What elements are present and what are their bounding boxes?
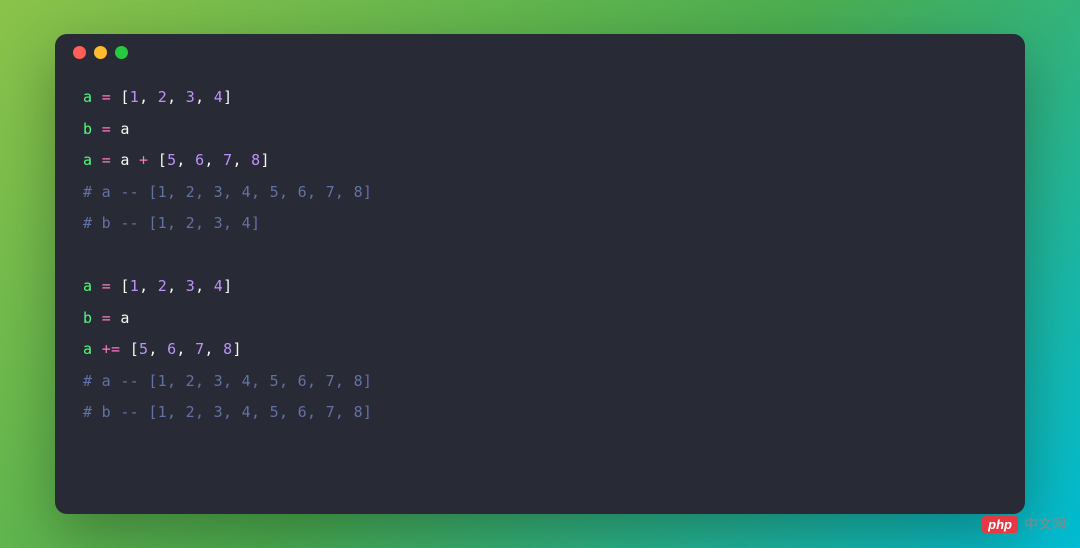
punct-token: , xyxy=(232,151,251,169)
var-token: a xyxy=(83,277,92,295)
code-line: # b -- [1, 2, 3, 4] xyxy=(83,208,997,240)
code-line: # a -- [1, 2, 3, 4, 5, 6, 7, 8] xyxy=(83,177,997,209)
code-line: b = a xyxy=(83,114,997,146)
text-token xyxy=(92,88,101,106)
num-token: 2 xyxy=(158,277,167,295)
text-token xyxy=(92,309,101,327)
punct-token: , xyxy=(195,88,214,106)
code-line: b = a xyxy=(83,303,997,335)
text-token xyxy=(111,88,120,106)
op-token: + xyxy=(139,151,148,169)
op-token: = xyxy=(102,277,111,295)
text-token xyxy=(92,340,101,358)
text-token: a xyxy=(111,309,130,327)
bracket-token: ] xyxy=(232,340,241,358)
punct-token: , xyxy=(167,277,186,295)
text-token xyxy=(148,151,157,169)
var-token: b xyxy=(83,120,92,138)
watermark: php 中文网 xyxy=(982,514,1066,534)
text-token: a xyxy=(111,120,130,138)
num-token: 1 xyxy=(130,88,139,106)
num-token: 5 xyxy=(139,340,148,358)
comment-token: # a -- [1, 2, 3, 4, 5, 6, 7, 8] xyxy=(83,372,372,390)
punct-token: , xyxy=(195,277,214,295)
code-line xyxy=(83,240,997,272)
text-token xyxy=(92,120,101,138)
maximize-icon[interactable] xyxy=(115,46,128,59)
code-line: a = a + [5, 6, 7, 8] xyxy=(83,145,997,177)
code-line: a = [1, 2, 3, 4] xyxy=(83,271,997,303)
bracket-token: [ xyxy=(120,277,129,295)
num-token: 3 xyxy=(186,277,195,295)
punct-token: , xyxy=(139,88,158,106)
minimize-icon[interactable] xyxy=(94,46,107,59)
comment-token: # a -- [1, 2, 3, 4, 5, 6, 7, 8] xyxy=(83,183,372,201)
op-token: = xyxy=(102,309,111,327)
comment-token: # b -- [1, 2, 3, 4, 5, 6, 7, 8] xyxy=(83,403,372,421)
bracket-token: ] xyxy=(223,277,232,295)
num-token: 6 xyxy=(167,340,176,358)
num-token: 4 xyxy=(214,88,223,106)
watermark-text: 中文网 xyxy=(1024,514,1066,534)
op-token: = xyxy=(102,151,111,169)
op-token: = xyxy=(102,88,111,106)
num-token: 2 xyxy=(158,88,167,106)
punct-token: , xyxy=(204,151,223,169)
code-line: a = [1, 2, 3, 4] xyxy=(83,82,997,114)
var-token: a xyxy=(83,340,92,358)
bracket-token: ] xyxy=(260,151,269,169)
code-line: a += [5, 6, 7, 8] xyxy=(83,334,997,366)
code-line: # a -- [1, 2, 3, 4, 5, 6, 7, 8] xyxy=(83,366,997,398)
bracket-token: [ xyxy=(120,88,129,106)
window-titlebar xyxy=(55,34,1025,70)
num-token: 1 xyxy=(130,277,139,295)
code-line: # b -- [1, 2, 3, 4, 5, 6, 7, 8] xyxy=(83,397,997,429)
var-token: b xyxy=(83,309,92,327)
text-token xyxy=(111,277,120,295)
op-token: = xyxy=(102,120,111,138)
punct-token: , xyxy=(167,88,186,106)
text-token: a xyxy=(111,151,139,169)
var-token: a xyxy=(83,88,92,106)
bracket-token: ] xyxy=(223,88,232,106)
op-token: += xyxy=(102,340,121,358)
punct-token: , xyxy=(176,151,195,169)
close-icon[interactable] xyxy=(73,46,86,59)
comment-token: # b -- [1, 2, 3, 4] xyxy=(83,214,260,232)
punct-token: , xyxy=(148,340,167,358)
code-window: a = [1, 2, 3, 4]b = aa = a + [5, 6, 7, 8… xyxy=(55,34,1025,514)
punct-token: , xyxy=(139,277,158,295)
code-block: a = [1, 2, 3, 4]b = aa = a + [5, 6, 7, 8… xyxy=(55,70,1025,441)
text-token xyxy=(120,340,129,358)
bracket-token: [ xyxy=(158,151,167,169)
var-token: a xyxy=(83,151,92,169)
num-token: 4 xyxy=(214,277,223,295)
text-token xyxy=(92,151,101,169)
num-token: 5 xyxy=(167,151,176,169)
punct-token: , xyxy=(204,340,223,358)
num-token: 3 xyxy=(186,88,195,106)
punct-token: , xyxy=(176,340,195,358)
watermark-badge: php xyxy=(982,516,1018,533)
text-token xyxy=(92,277,101,295)
bracket-token: [ xyxy=(130,340,139,358)
